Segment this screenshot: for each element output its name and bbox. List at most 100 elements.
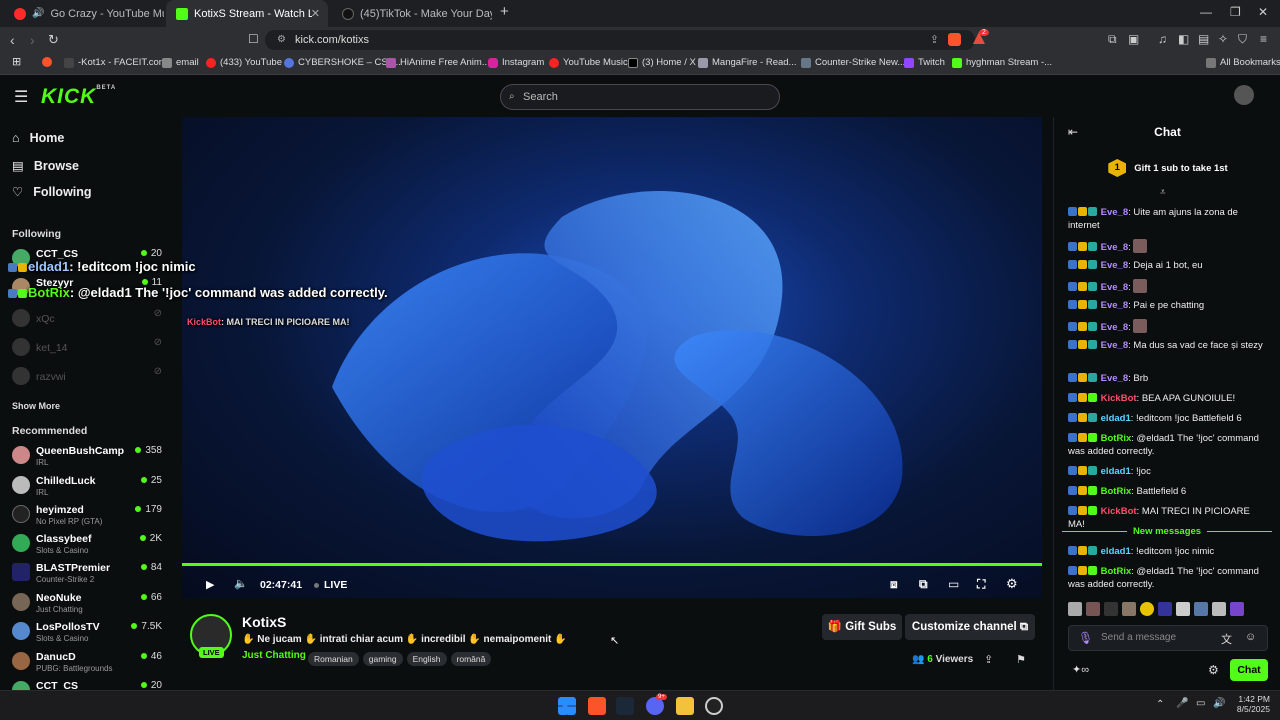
recommended-channel[interactable]: NeoNuke Just Chatting 66 — [12, 590, 162, 616]
clip-icon[interactable]: ⧉ — [919, 577, 928, 592]
emote-icon[interactable] — [1158, 602, 1172, 616]
recommended-channel[interactable]: ChilledLuck IRL 25 — [12, 473, 162, 499]
settings-gear-icon[interactable]: ⚙ — [1006, 576, 1018, 592]
send-chat-button[interactable]: Chat — [1230, 659, 1268, 681]
chat-username[interactable]: BotRix — [1101, 486, 1132, 497]
stream-category-link[interactable]: Just Chatting — [242, 650, 306, 661]
channel-name[interactable]: KotixS — [242, 614, 286, 630]
channel-points-icon[interactable]: ✦∞ — [1072, 663, 1089, 676]
chat-message[interactable]: KickBot: MAI TRECI IN PICIOARE MA! — [1068, 505, 1264, 531]
bookmark-instagram[interactable]: Instagram — [488, 57, 544, 68]
following-channel-offline[interactable]: razvwi ⊘ — [12, 364, 162, 390]
emote-icon[interactable] — [1140, 602, 1154, 616]
follow-user-icon[interactable]: ⚑ — [1016, 653, 1026, 666]
chat-username[interactable]: Eve_8 — [1101, 300, 1128, 311]
gift-subs-button[interactable]: 🎁 Gift Subs — [822, 614, 902, 640]
emote-icon[interactable] — [1230, 602, 1244, 616]
user-avatar[interactable] — [1234, 85, 1254, 105]
chat-username[interactable]: KickBot — [1101, 393, 1137, 404]
gift-leaderboard-banner[interactable]: 1 Gift 1 sub to take 1st — [1068, 151, 1268, 185]
video-progress-bar[interactable] — [182, 563, 1042, 566]
network-icon[interactable]: ▭ — [1196, 698, 1205, 709]
tag[interactable]: gaming — [362, 652, 403, 666]
file-explorer-icon[interactable] — [676, 697, 694, 715]
chat-message[interactable]: Eve_8: — [1068, 279, 1264, 294]
brave-shield-icon[interactable] — [948, 33, 961, 46]
chat-username[interactable]: Eve_8 — [1101, 260, 1128, 271]
windows-start-icon[interactable] — [558, 697, 576, 715]
speaker-tray-icon[interactable]: 🔊 — [1213, 698, 1225, 709]
translate-icon[interactable]: 文 — [1221, 631, 1232, 647]
brave-taskbar-icon[interactable] — [588, 697, 606, 715]
all-bookmarks[interactable]: All Bookmarks — [1206, 57, 1280, 68]
bookmark-youtube[interactable]: (433) YouTube — [206, 57, 282, 68]
tab-kick-stream[interactable]: KotixS Stream - Watch Live on Kick ✕ — [166, 0, 328, 27]
emote-icon[interactable] — [1068, 602, 1082, 616]
back-icon[interactable]: ‹ — [10, 32, 15, 48]
microphone-icon[interactable]: 🎙 — [1078, 631, 1093, 645]
apps-icon[interactable]: ⊞ — [12, 55, 21, 68]
leo-ai-icon[interactable]: ✧ — [1218, 32, 1228, 46]
tag[interactable]: Romanian — [308, 652, 359, 666]
video-player[interactable]: KickBot: MAI TRECI IN PICIOARE MA! ▶ 🔈 0… — [182, 117, 1042, 598]
theater-mode-icon[interactable]: ▭ — [948, 577, 959, 591]
chat-username[interactable]: Eve_8 — [1101, 322, 1128, 333]
bookmark-icon[interactable]: ☐ — [248, 32, 259, 46]
recommended-channel[interactable]: heyimzed No Pixel RP (GTA) 179 — [12, 502, 162, 528]
chat-message[interactable]: Eve_8: — [1068, 239, 1264, 254]
bookmark-hianime[interactable]: HiAnime Free Anim... — [386, 57, 490, 68]
clock[interactable]: 1:42 PM 8/5/2025 — [1230, 694, 1270, 714]
following-channel-offline[interactable]: ket_14 ⊘ — [12, 335, 162, 361]
emote-icon[interactable] — [1176, 602, 1190, 616]
emote-icon[interactable] — [1122, 602, 1136, 616]
site-info-icon[interactable]: ⚙ — [277, 30, 286, 50]
kick-logo[interactable]: KICKBETA — [41, 85, 116, 109]
chat-message[interactable]: eldad1: !editcom !joc Battlefield 6 — [1068, 412, 1264, 425]
chat-username[interactable]: KickBot — [1101, 506, 1137, 517]
tab-youtube-music[interactable]: 🔊 Go Crazy - YouTube Music — [4, 0, 164, 27]
emote-icon[interactable] — [1212, 602, 1226, 616]
search-input[interactable]: ⌕ Search — [500, 84, 780, 110]
chat-message[interactable]: Eve_8: Deja ai 1 bot, eu — [1068, 259, 1264, 272]
chat-message[interactable]: Eve_8: Brb — [1068, 372, 1264, 385]
customize-channel-button[interactable]: Customize channel ⧉ — [905, 614, 1035, 640]
chat-message[interactable]: BotRix: @eldad1 The '!joc' command was a… — [1068, 432, 1264, 458]
recommended-channel[interactable]: LosPollosTV Slots & Casino 7.5K — [12, 619, 162, 645]
steam-icon[interactable] — [616, 697, 634, 715]
show-more-link[interactable]: Show More — [12, 401, 60, 411]
live-indicator[interactable]: LIVE — [314, 579, 347, 591]
recommended-channel[interactable]: Classybeef Slots & Casino 2K — [12, 531, 162, 557]
tray-expand-icon[interactable]: ⌃ — [1156, 699, 1164, 710]
expand-icon[interactable]: ⩡ — [1160, 187, 1166, 198]
nav-following[interactable]: ♡ Following — [12, 184, 92, 200]
new-tab-button[interactable]: + — [500, 3, 509, 20]
chat-username[interactable]: BotRix — [1101, 566, 1132, 577]
minimize-button[interactable]: — — [1200, 5, 1212, 19]
chat-username[interactable]: Eve_8 — [1101, 282, 1128, 293]
volume-icon[interactable]: 🔈 — [234, 577, 248, 590]
recommended-channel[interactable]: QueenBushCamp IRL 358 — [12, 443, 162, 469]
chat-message[interactable]: Eve_8: Uite am ajuns la zona de internet — [1068, 206, 1264, 232]
tab-tiktok[interactable]: (45)TikTok - Make Your Day — [332, 0, 492, 27]
chat-message[interactable]: Eve_8: — [1068, 319, 1264, 334]
chat-message[interactable]: KickBot: BEA APA GUNOIULE! — [1068, 392, 1264, 405]
wallet-icon[interactable]: ▣ — [1128, 32, 1139, 46]
vpn-icon[interactable]: ⛉ — [1238, 32, 1247, 47]
chat-message-input[interactable]: 🎙 Send a message 文 ☺ — [1068, 625, 1268, 651]
sidebar-toggle-icon[interactable]: ◧ — [1178, 32, 1189, 46]
following-channel-offline[interactable]: xQc ⊘ — [12, 306, 162, 332]
menu-icon[interactable]: ≡ — [1260, 32, 1267, 46]
media-icon[interactable]: ♫ — [1158, 32, 1167, 46]
chat-message[interactable]: BotRix: @eldad1 The '!joc' command was a… — [1068, 565, 1264, 591]
reload-icon[interactable]: ↻ — [48, 32, 59, 48]
url-input[interactable]: ⚙ kick.com/kotixs ⇪ — [265, 30, 975, 50]
share-icon[interactable]: ⇪ — [984, 653, 993, 666]
tag[interactable]: English — [406, 652, 447, 666]
emoji-icon[interactable]: ☺ — [1245, 631, 1256, 643]
extensions-icon[interactable]: ⧉ — [1108, 32, 1117, 47]
hamburger-menu-icon[interactable]: ☰ — [14, 87, 28, 107]
bookmark-mangafire[interactable]: MangaFire - Read... — [698, 57, 796, 68]
mini-player-icon[interactable]: ⧈ — [890, 577, 898, 592]
tag[interactable]: română — [450, 652, 492, 666]
chat-username[interactable]: BotRix — [1101, 433, 1132, 444]
